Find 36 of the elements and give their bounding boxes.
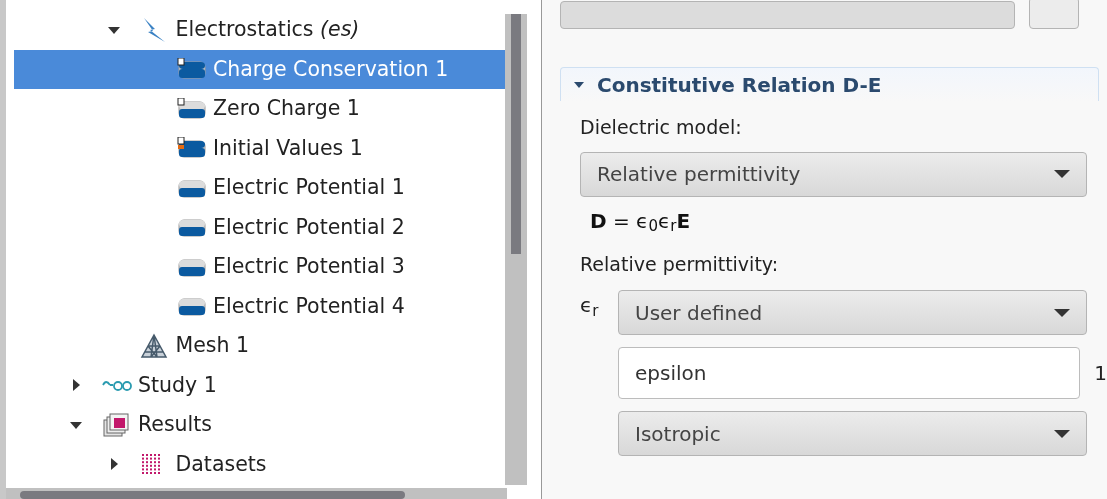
field-label: Relative permittivity:	[580, 251, 780, 277]
feature-icon	[177, 137, 207, 160]
grid-icon	[139, 453, 162, 476]
dielectric-model-dropdown[interactable]: Relative permittivity	[580, 151, 1087, 197]
unit-label: 1	[1094, 360, 1107, 387]
tree-item[interactable]: Electric Potential 3	[14, 247, 507, 287]
field-label: Dielectric model:	[580, 115, 743, 140]
tree-item[interactable]: Mesh 1	[14, 326, 507, 366]
horizontal-scrollbar[interactable]	[6, 488, 507, 499]
results-icon	[102, 411, 130, 438]
tree-item[interactable]: Results	[14, 405, 507, 445]
tree-item[interactable]: Electric Potential 1	[14, 168, 507, 208]
feature-icon	[177, 97, 207, 120]
formula: D = ϵ$_{0}$ϵ$_{r}$E	[590, 207, 692, 236]
section-header[interactable]: Constitutive Relation D-E	[560, 67, 1099, 101]
tree-item[interactable]: Electric Potential 4	[14, 286, 507, 326]
caret-icon	[1054, 169, 1070, 179]
tree-item[interactable]: Electric Potential 2	[14, 207, 507, 247]
symbol-label: ϵ$_{r}$	[580, 292, 600, 320]
caret-icon	[1054, 428, 1070, 439]
tree-item[interactable]: Study 1	[14, 365, 507, 405]
value-field[interactable]: epsilon	[618, 347, 1081, 399]
feature-icon	[177, 58, 207, 81]
vertical-scrollbar[interactable]	[505, 14, 527, 485]
tree-item[interactable]: Initial Values 1	[14, 128, 507, 168]
tree-item[interactable]: Charge Conservation 1	[14, 49, 507, 89]
caret-icon	[1054, 307, 1070, 318]
tree-item[interactable]: Electrostatics (es)	[14, 10, 507, 50]
mesh-icon	[139, 332, 168, 359]
tree-item[interactable]: Zero Charge 1	[14, 89, 507, 129]
collapse-arrow-icon	[573, 79, 585, 90]
source-dropdown[interactable]: User defined	[618, 290, 1087, 335]
feature-icon	[177, 216, 207, 239]
feature-icon	[177, 295, 207, 318]
anisotropy-dropdown[interactable]: Isotropic	[618, 411, 1087, 456]
tree-item[interactable]: Datasets	[14, 444, 507, 484]
